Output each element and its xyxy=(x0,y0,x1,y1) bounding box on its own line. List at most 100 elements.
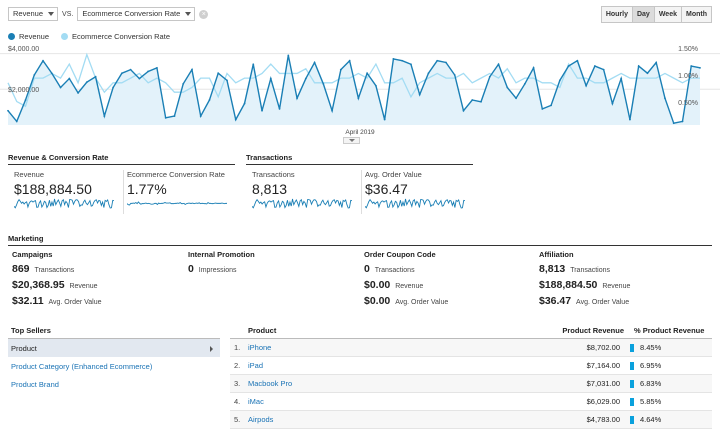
revenue-point[interactable] xyxy=(199,115,202,117)
revenue-point[interactable] xyxy=(24,99,27,101)
revenue-point[interactable] xyxy=(585,84,588,87)
revenue-point[interactable] xyxy=(445,61,447,64)
revenue-point[interactable] xyxy=(558,79,561,82)
revenue-point[interactable] xyxy=(120,72,123,75)
metric-avg-order-value[interactable]: Avg. Order Value $36.47 xyxy=(365,170,475,214)
product-link[interactable]: iPad xyxy=(244,361,512,370)
revenue-point[interactable] xyxy=(593,65,596,67)
revenue-point[interactable] xyxy=(620,77,623,80)
revenue-point[interactable] xyxy=(462,109,465,112)
collapse-chart-button[interactable] xyxy=(343,137,360,144)
revenue-point[interactable] xyxy=(243,102,246,105)
column-header-product[interactable]: Product xyxy=(230,326,516,335)
revenue-point[interactable] xyxy=(191,68,193,71)
revenue-point[interactable] xyxy=(33,74,36,76)
revenue-point[interactable] xyxy=(348,59,351,62)
revenue-point[interactable] xyxy=(59,86,62,89)
revenue-point[interactable] xyxy=(50,72,53,75)
product-link[interactable]: Macbook Pro xyxy=(244,379,512,388)
revenue-point[interactable] xyxy=(7,109,9,112)
revenue-point[interactable] xyxy=(410,63,412,66)
revenue-point[interactable] xyxy=(374,84,377,87)
revenue-point[interactable] xyxy=(129,68,132,71)
revenue-point[interactable] xyxy=(226,79,228,82)
period-month-button[interactable]: Month xyxy=(682,7,711,22)
revenue-point[interactable] xyxy=(515,97,517,100)
metric-transactions[interactable]: Transactions 8,813 xyxy=(252,170,362,214)
revenue-point[interactable] xyxy=(331,109,334,112)
revenue-point[interactable] xyxy=(147,70,150,73)
column-header-pct[interactable]: % Product Revenue xyxy=(628,326,712,335)
revenue-point[interactable] xyxy=(646,72,649,75)
close-icon[interactable]: × xyxy=(199,9,209,19)
revenue-point[interactable] xyxy=(296,97,298,100)
revenue-point[interactable] xyxy=(401,59,404,62)
product-link[interactable]: iMac xyxy=(244,397,512,406)
revenue-point[interactable] xyxy=(15,120,18,123)
revenue-point[interactable] xyxy=(567,65,570,67)
revenue-point[interactable] xyxy=(699,66,701,69)
revenue-point[interactable] xyxy=(252,63,255,66)
revenue-point[interactable] xyxy=(436,59,439,62)
revenue-point[interactable] xyxy=(383,118,386,121)
revenue-point[interactable] xyxy=(42,59,44,62)
revenue-point[interactable] xyxy=(480,100,482,103)
revenue-point[interactable] xyxy=(322,83,325,85)
product-link[interactable]: Airpods xyxy=(244,415,512,424)
revenue-point[interactable] xyxy=(532,66,535,69)
secondary-metric-select[interactable]: Ecommerce Conversion Rate xyxy=(77,7,196,21)
period-week-button[interactable]: Week xyxy=(654,7,682,22)
revenue-point[interactable] xyxy=(690,65,693,67)
metric-conversion-rate[interactable]: Ecommerce Conversion Rate 1.77% xyxy=(127,170,237,214)
revenue-point[interactable] xyxy=(655,61,658,64)
revenue-point[interactable] xyxy=(77,91,79,94)
period-hourly-button[interactable]: Hourly xyxy=(601,7,633,22)
revenue-point[interactable] xyxy=(313,61,316,64)
revenue-point[interactable] xyxy=(173,115,176,117)
revenue-point[interactable] xyxy=(138,77,141,80)
revenue-point[interactable] xyxy=(602,68,605,71)
revenue-point[interactable] xyxy=(112,86,115,89)
legend-item-revenue[interactable]: Revenue xyxy=(8,32,49,41)
revenue-point[interactable] xyxy=(427,72,430,75)
revenue-point[interactable] xyxy=(182,83,185,85)
column-header-revenue[interactable]: Product Revenue xyxy=(516,326,628,335)
revenue-point[interactable] xyxy=(550,104,552,107)
top-sellers-item-brand[interactable]: Product Brand xyxy=(8,375,220,393)
revenue-point[interactable] xyxy=(576,59,579,62)
revenue-point[interactable] xyxy=(304,77,307,80)
revenue-point[interactable] xyxy=(637,65,640,67)
revenue-point[interactable] xyxy=(488,75,491,78)
revenue-point[interactable] xyxy=(234,118,237,121)
revenue-point[interactable] xyxy=(357,97,360,100)
revenue-point[interactable] xyxy=(208,99,211,101)
revenue-point[interactable] xyxy=(453,74,456,76)
revenue-point[interactable] xyxy=(164,116,167,119)
revenue-point[interactable] xyxy=(672,122,675,125)
revenue-point[interactable] xyxy=(85,81,88,84)
top-sellers-item-category[interactable]: Product Category (Enhanced Ecommerce) xyxy=(8,357,220,375)
revenue-point[interactable] xyxy=(366,72,369,75)
revenue-point[interactable] xyxy=(217,72,220,75)
revenue-point[interactable] xyxy=(523,83,526,85)
revenue-point[interactable] xyxy=(287,54,290,57)
revenue-point[interactable] xyxy=(278,108,281,110)
revenue-point[interactable] xyxy=(681,120,684,123)
revenue-point[interactable] xyxy=(664,97,666,100)
revenue-point[interactable] xyxy=(156,66,158,69)
top-sellers-item-product[interactable]: Product xyxy=(8,339,220,357)
revenue-point[interactable] xyxy=(497,63,500,66)
revenue-point[interactable] xyxy=(611,102,614,105)
revenue-point[interactable] xyxy=(94,75,97,78)
revenue-point[interactable] xyxy=(261,109,263,112)
revenue-point[interactable] xyxy=(506,86,509,89)
revenue-point[interactable] xyxy=(68,77,71,80)
revenue-point[interactable] xyxy=(418,93,421,96)
revenue-point[interactable] xyxy=(269,77,272,80)
period-day-button[interactable]: Day xyxy=(632,7,655,22)
product-link[interactable]: iPhone xyxy=(244,343,512,352)
revenue-point[interactable] xyxy=(471,99,474,101)
revenue-point[interactable] xyxy=(392,58,395,60)
primary-metric-select[interactable]: Revenue xyxy=(8,7,59,21)
revenue-point[interactable] xyxy=(103,115,106,117)
